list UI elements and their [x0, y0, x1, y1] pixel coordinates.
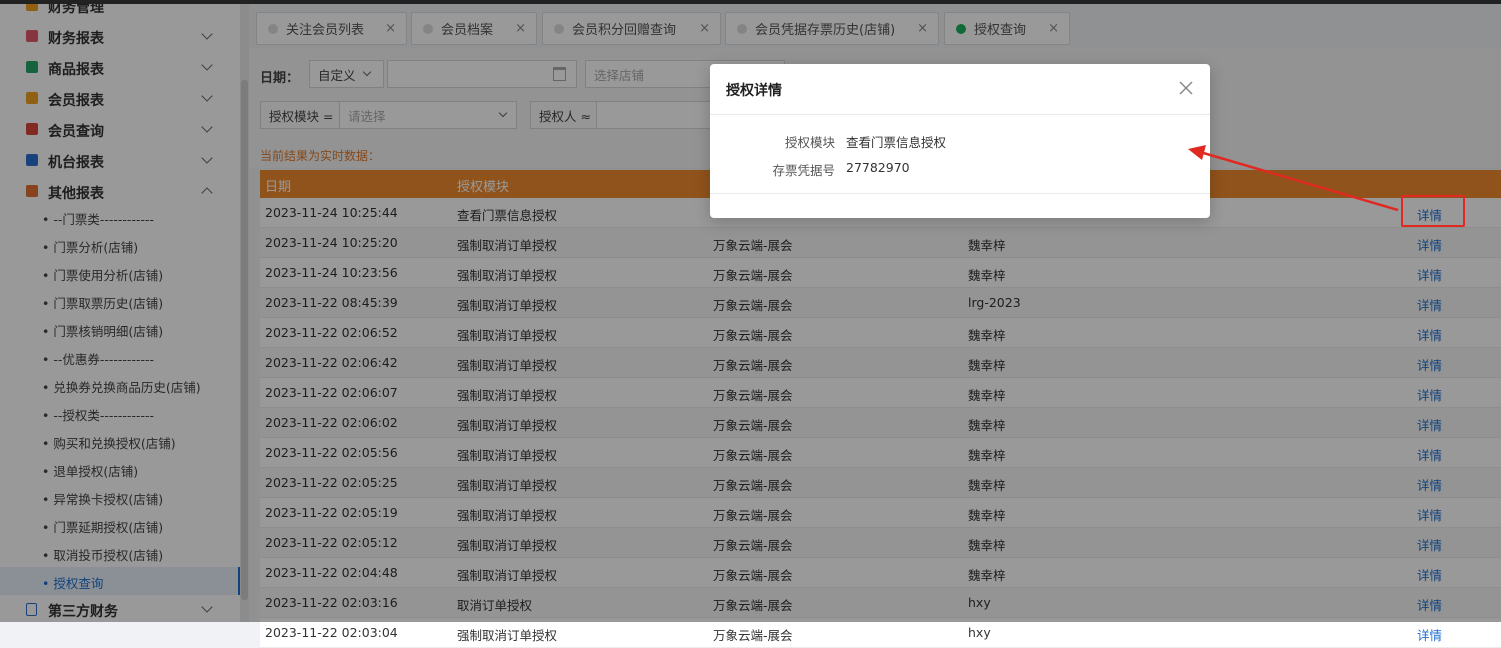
- modal-title: 授权详情: [726, 83, 782, 99]
- field-label-voucher-no: 存票凭据号: [772, 163, 835, 178]
- close-icon[interactable]: [1176, 78, 1196, 98]
- cell-store: 万象云端-展会: [713, 628, 793, 643]
- cell-person: hxy: [968, 625, 991, 640]
- cell-date: 2023-11-22 02:03:04: [265, 625, 398, 640]
- cell-module: 强制取消订单授权: [457, 628, 558, 643]
- table-row: 2023-11-22 02:03:04 强制取消订单授权 万象云端-展会 hxy 详情: [260, 618, 1501, 648]
- auth-detail-modal: 授权详情 授权模块 查看门票信息授权 存票凭据号 27782970: [710, 64, 1210, 218]
- field-value-module: 查看门票信息授权: [846, 135, 947, 150]
- modal-divider: [710, 114, 1210, 115]
- modal-footer-divider: [710, 193, 1210, 194]
- field-value-voucher-no: 27782970: [846, 160, 910, 175]
- detail-link[interactable]: 详情: [1417, 625, 1442, 644]
- field-label-module: 授权模块: [784, 135, 835, 150]
- annotation-highlight-box: [1401, 195, 1465, 227]
